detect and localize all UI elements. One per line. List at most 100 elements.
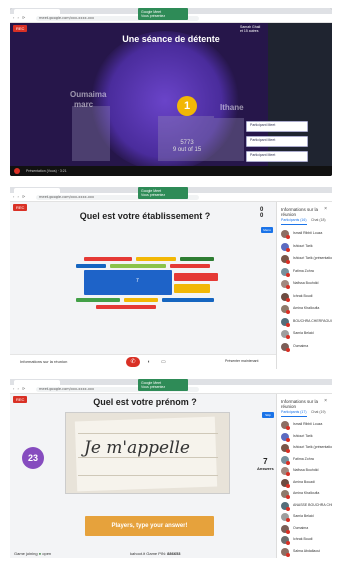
participant-row[interactable]: Amina Khalloufia xyxy=(280,489,329,499)
participant-name: Amina Bouadi xyxy=(293,479,315,484)
participant-name: Ishiouri Tarik (présentation) xyxy=(293,256,332,260)
muted-mic-icon xyxy=(286,247,290,252)
participant-row[interactable]: Nafissa Bouhdid xyxy=(280,279,329,289)
muted-mic-icon xyxy=(286,449,290,453)
screen-wordcloud: ‹ › ⟳ meet.google.com/xxx-xxxx-xxx Googl… xyxy=(10,187,332,369)
muted-mic-icon xyxy=(286,506,290,511)
participant-row[interactable]: Ishiouri Tarik xyxy=(280,432,329,442)
muted-mic-icon xyxy=(286,272,290,277)
muted-mic-icon xyxy=(286,260,290,264)
score-value: 5773 xyxy=(180,140,194,146)
word-block xyxy=(180,257,214,261)
nav-buttons-icon[interactable]: ‹ › ⟳ xyxy=(13,16,26,20)
tab-chat[interactable]: Chat (19) xyxy=(311,410,326,414)
muted-mic-icon xyxy=(286,235,290,239)
panel-tabs: Participants (16) Chat (18) xyxy=(281,218,328,225)
present-now-button[interactable]: Présenter maintenant xyxy=(225,359,258,363)
meet-banner: Google Meet Vous présentez xyxy=(138,379,188,391)
tab-chat[interactable]: Chat (18) xyxy=(311,218,326,222)
participant-row[interactable]: Samia Belaid xyxy=(280,329,329,339)
participant-row[interactable]: Oumaima xyxy=(280,524,329,534)
mic-off-icon[interactable] xyxy=(14,168,20,174)
hang-up-button[interactable]: ✆ xyxy=(126,357,140,367)
word-cloud: 7 xyxy=(76,257,224,313)
word-block xyxy=(124,298,158,302)
slide-title: Quel est votre prénom ? xyxy=(93,397,197,407)
participant-row[interactable]: Ishiouri Tarik (présentation) xyxy=(280,254,332,264)
participant-name: Ichrak Boudi xyxy=(293,293,313,298)
podium-left xyxy=(72,106,110,161)
participant-tile[interactable]: Participant Meet xyxy=(246,151,308,162)
mic-icon[interactable]: ◖ xyxy=(147,359,150,365)
camera-icon[interactable]: ▭ xyxy=(161,359,166,365)
participant-row[interactable]: Ichrak Boudi xyxy=(280,535,329,545)
game-pin-info: kahoot.it Game PIN: 886653 xyxy=(130,551,181,556)
muted-mic-icon xyxy=(286,472,290,476)
participant-row[interactable]: Oumaima xyxy=(280,342,329,352)
participant-name: Samia Belaid xyxy=(293,331,314,335)
meeting-info-button[interactable]: Informations sur la réunion xyxy=(20,359,67,364)
participant-name: Ishiouri Tarik xyxy=(293,243,313,248)
handwritten-text: Je m'appelle xyxy=(84,438,190,458)
recording-badge: REC xyxy=(13,204,28,211)
muted-mic-icon xyxy=(286,347,290,352)
participant-name: Oumaima xyxy=(293,525,309,530)
participant-name: Samia Belaid xyxy=(293,514,314,518)
meeting-bottom-bar: Présentation (Vous) · 3:21 xyxy=(10,166,332,176)
word-block xyxy=(162,298,214,302)
participant-row[interactable]: Ishiouri Tarik xyxy=(280,242,329,252)
participant-name: Ismail Ribbii Louza xyxy=(293,422,323,426)
close-icon[interactable]: × xyxy=(324,398,327,404)
participant-row[interactable]: Amina Khalloufia xyxy=(280,304,329,314)
participant-name: Fatima Zohra xyxy=(293,268,314,273)
participant-row[interactable]: Ichrak Boudi xyxy=(280,292,329,302)
participant-name: Nafissa Bouhdid xyxy=(293,468,319,472)
recording-badge: REC xyxy=(13,25,28,32)
podium-score: 5773 9 out of 15 xyxy=(160,140,214,154)
participant-row[interactable]: ANASSE BOUCHRA CHERFAOUI xyxy=(280,501,332,511)
participant-tile[interactable]: Participant Meet xyxy=(246,121,308,132)
participant-row[interactable]: Fatima Zohra xyxy=(280,267,329,277)
participant-row[interactable]: Amina Bouadi xyxy=(280,478,329,488)
menu-button[interactable]: Menu xyxy=(261,227,273,233)
word-block xyxy=(96,305,156,309)
participant-row[interactable]: Ismail Ribbii Louza xyxy=(280,229,329,239)
countdown-timer: 23 xyxy=(22,447,44,469)
meet-banner: Google Meet Vous présentez xyxy=(138,187,188,199)
participant-name: Fatima Zohra xyxy=(293,456,314,461)
word-block xyxy=(170,264,210,268)
meeting-details-panel: Informations sur la réunion × Participan… xyxy=(276,394,332,558)
participant-row[interactable]: Samia Belaid xyxy=(280,512,329,522)
slide-title: Quel est votre établissement ? xyxy=(79,211,211,221)
muted-mic-icon xyxy=(286,483,290,488)
participant-row[interactable]: Fatima Zohra xyxy=(280,455,329,465)
game-pin: 886653 xyxy=(167,551,181,556)
skip-button[interactable]: Skip xyxy=(262,412,274,418)
participant-name: Oumaima xyxy=(293,343,309,348)
participant-row[interactable]: Ishiouri Tarik (présentation) xyxy=(280,443,332,453)
word-cloud-label: 7 xyxy=(136,278,139,284)
muted-mic-icon xyxy=(286,437,290,442)
screen-question: ‹ › ⟳ meet.google.com/xxx-xxxx-xxx Googl… xyxy=(10,379,332,558)
participant-row[interactable]: Nafissa Bouhdid xyxy=(280,466,329,476)
participant-tile[interactable]: Participant Meet xyxy=(246,136,308,147)
participant-row[interactable]: BOUCHRA CHERFAOUI xyxy=(280,317,332,327)
muted-mic-icon xyxy=(286,541,290,545)
nav-buttons-icon[interactable]: ‹ › ⟳ xyxy=(13,195,26,199)
lock-open-icon: ● xyxy=(38,551,42,556)
banner-subtitle: Vous présentez xyxy=(141,14,166,18)
answer-prompt: Players, type your answer! xyxy=(85,516,214,536)
participant-name: BOUCHRA CHERFAOUI xyxy=(293,318,332,323)
question-image: Je m'appelle xyxy=(65,412,230,494)
banner-subtitle: Vous présentez xyxy=(141,385,166,389)
nav-buttons-icon[interactable]: ‹ › ⟳ xyxy=(13,387,26,391)
participant-row[interactable]: Ismail Ribbii Louza xyxy=(280,420,329,430)
participant-name: Salma Abdallaoui xyxy=(293,548,321,553)
tab-participants[interactable]: Participants (17) xyxy=(281,410,306,414)
tab-participants[interactable]: Participants (16) xyxy=(281,218,306,222)
close-icon[interactable]: × xyxy=(324,206,327,212)
active-tab-indicator xyxy=(281,416,307,417)
participant-row[interactable]: Salma Abdallaoui xyxy=(280,547,329,557)
muted-mic-icon xyxy=(286,552,290,557)
screen-dark-podium: ‹ › ⟳ meet.google.com/xxx-xxxx-xxx Googl… xyxy=(10,8,332,176)
